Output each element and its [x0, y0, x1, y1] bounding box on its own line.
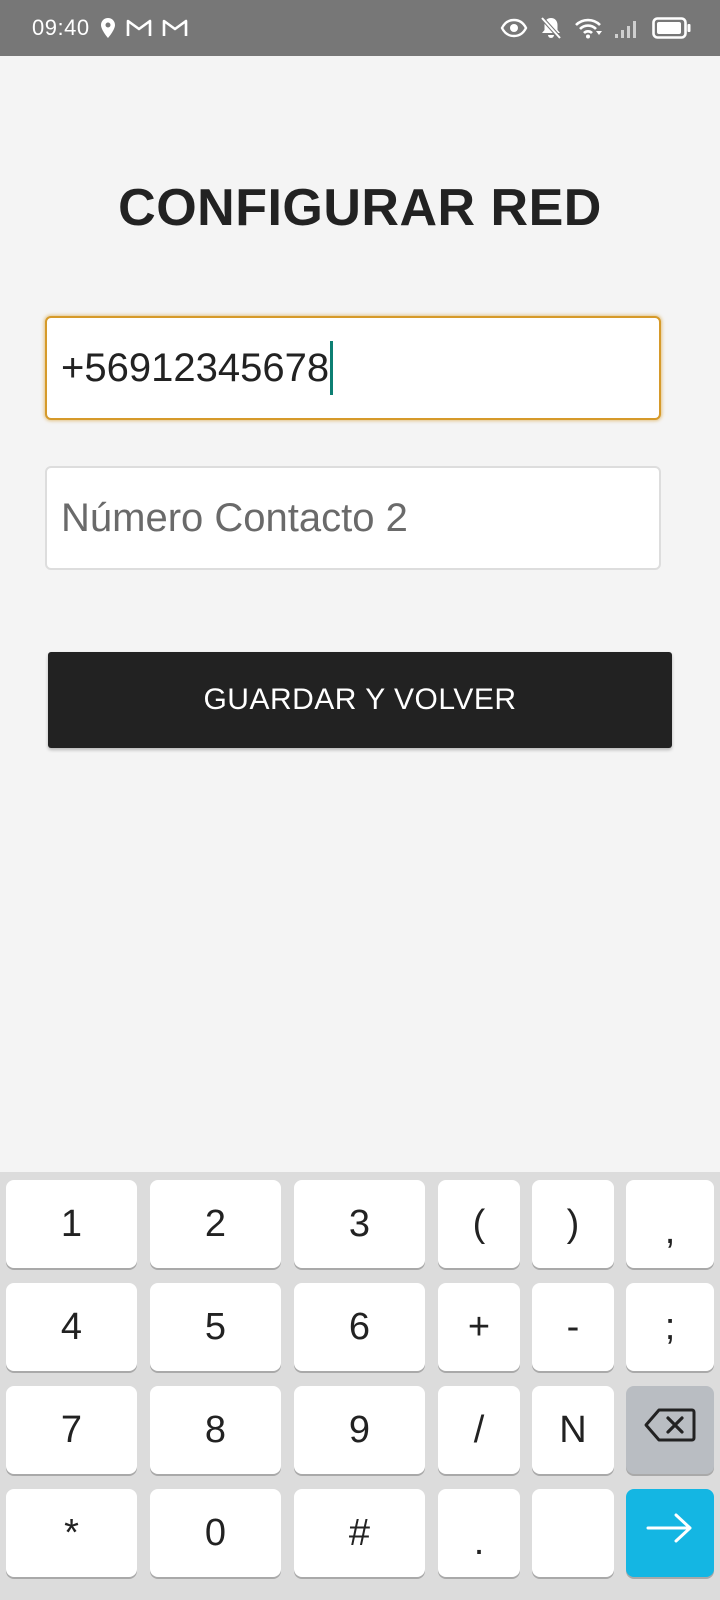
key-2[interactable]: 2: [150, 1180, 281, 1268]
contact-number-1-field[interactable]: +56912345678: [45, 316, 661, 420]
eye-icon: [500, 18, 528, 38]
key-plus[interactable]: +: [438, 1283, 520, 1371]
key-backspace[interactable]: [626, 1386, 714, 1474]
status-bar: 09:40: [0, 0, 720, 56]
key-n[interactable]: N: [532, 1386, 614, 1474]
status-time: 09:40: [32, 15, 90, 40]
contact-number-2-input[interactable]: [61, 495, 659, 541]
numeric-keyboard: 1 2 3 ( ) , 4 5 6 + - ; 7 8 9 / N * 0 # …: [0, 1172, 720, 1600]
save-and-return-button[interactable]: GUARDAR Y VOLVER: [48, 652, 672, 748]
key-6[interactable]: 6: [294, 1283, 425, 1371]
bell-off-icon: [540, 16, 562, 40]
key-3[interactable]: 3: [294, 1180, 425, 1268]
enter-arrow-icon: [645, 1511, 695, 1555]
status-left: 09:40: [32, 0, 188, 56]
battery-icon: [652, 17, 692, 39]
key-close-paren[interactable]: ): [532, 1180, 614, 1268]
location-icon: [100, 17, 116, 39]
wifi-icon: [574, 17, 602, 39]
contact-number-2-field[interactable]: [45, 466, 661, 570]
key-semicolon[interactable]: ;: [626, 1283, 714, 1371]
key-slash[interactable]: /: [438, 1386, 520, 1474]
key-hash[interactable]: #: [294, 1489, 425, 1577]
key-5[interactable]: 5: [150, 1283, 281, 1371]
backspace-icon: [644, 1408, 696, 1452]
gmail-icon: [162, 18, 188, 38]
key-asterisk[interactable]: *: [6, 1489, 137, 1577]
text-caret: [330, 341, 334, 395]
key-8[interactable]: 8: [150, 1386, 281, 1474]
key-period[interactable]: .: [438, 1489, 520, 1577]
signal-icon: [614, 17, 640, 39]
key-comma[interactable]: ,: [626, 1180, 714, 1268]
key-enter[interactable]: [626, 1489, 714, 1577]
key-open-paren[interactable]: (: [438, 1180, 520, 1268]
page-title: CONFIGURAR RED: [118, 179, 602, 237]
key-9[interactable]: 9: [294, 1386, 425, 1474]
key-0[interactable]: 0: [150, 1489, 281, 1577]
key-space[interactable]: [532, 1489, 614, 1577]
key-7[interactable]: 7: [6, 1386, 137, 1474]
contact-number-1-value: +56912345678: [61, 345, 330, 390]
contact-number-1-value-wrap: +56912345678: [61, 341, 334, 395]
key-4[interactable]: 4: [6, 1283, 137, 1371]
key-minus[interactable]: -: [532, 1283, 614, 1371]
key-1[interactable]: 1: [6, 1180, 137, 1268]
status-right: [500, 0, 692, 56]
gmail-icon: [126, 18, 152, 38]
